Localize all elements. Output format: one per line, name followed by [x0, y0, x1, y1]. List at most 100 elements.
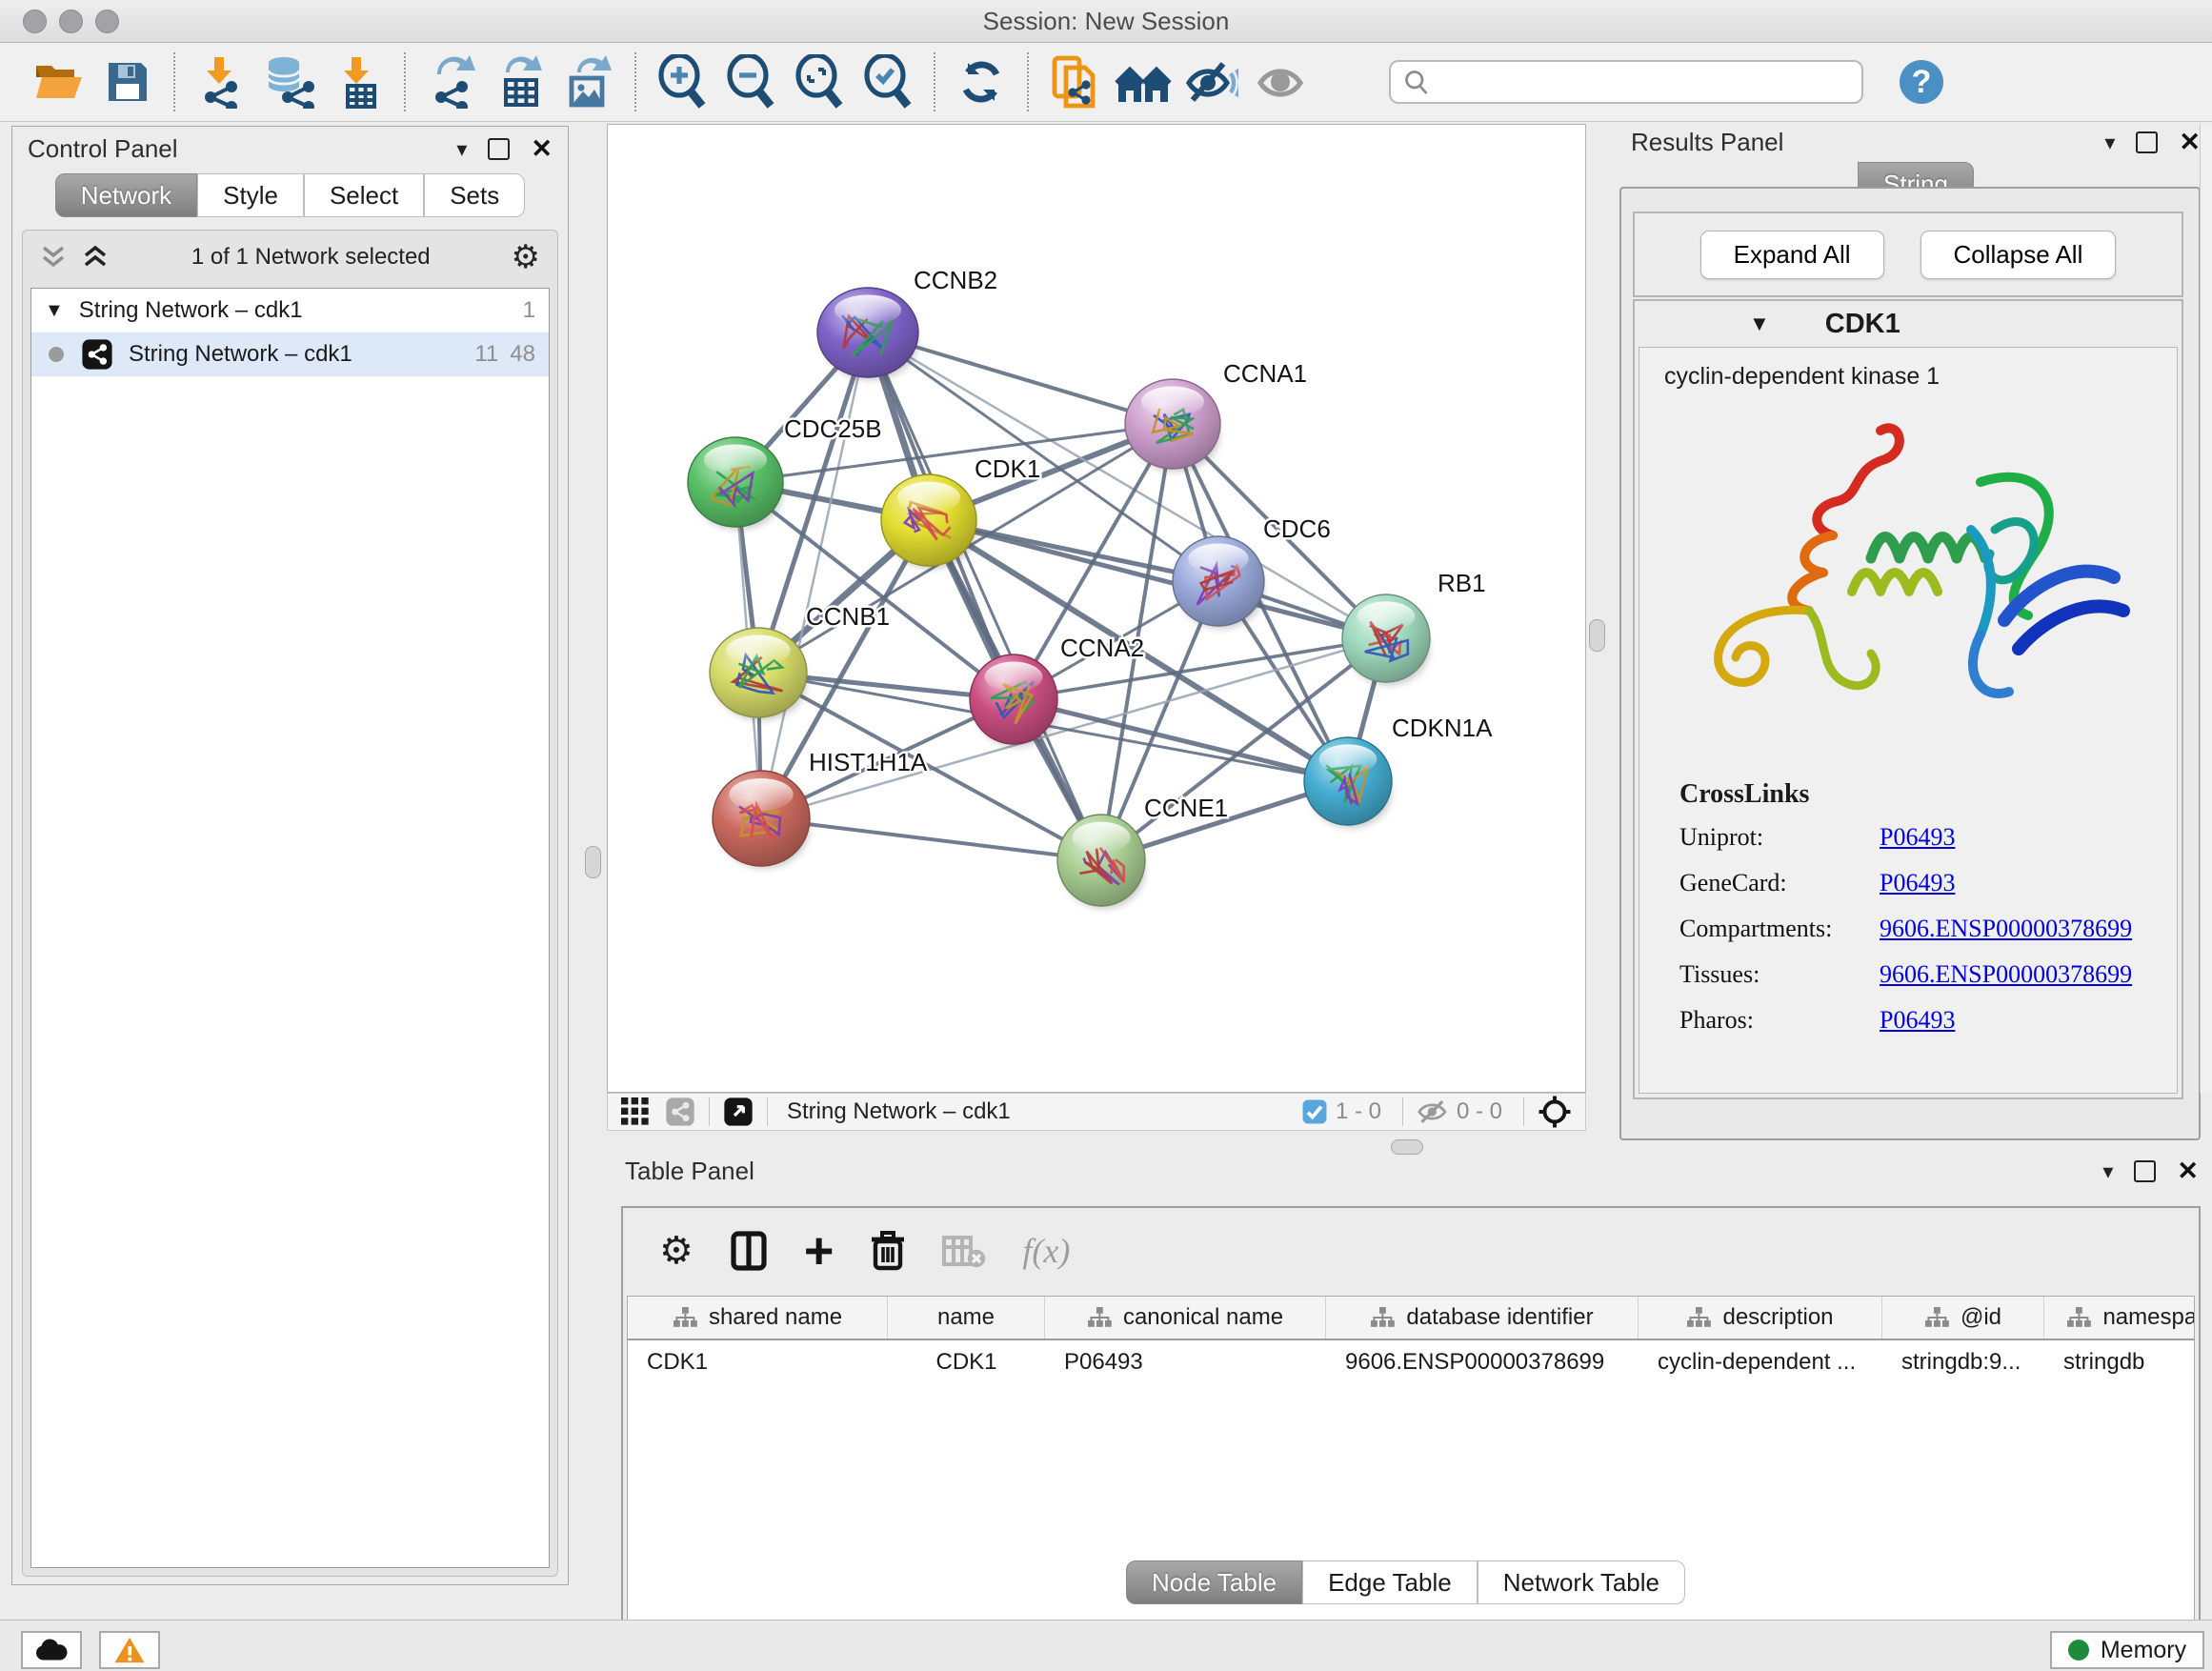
panel-close-icon[interactable]: ✕	[2179, 133, 2201, 151]
panel-close-icon[interactable]: ✕	[2177, 1162, 2199, 1180]
tab-edge-table[interactable]: Edge Table	[1302, 1560, 1478, 1604]
expand-all-icon[interactable]	[82, 244, 111, 271]
tab-node-table[interactable]: Node Table	[1126, 1560, 1302, 1604]
import-network-button[interactable]	[187, 50, 255, 113]
network-node[interactable]: CDC25B	[688, 414, 882, 530]
import-network-from-database-button[interactable]	[255, 50, 324, 113]
apply-layout-button[interactable]	[947, 50, 1016, 113]
tab-select[interactable]: Select	[304, 173, 424, 217]
zoom-window-button[interactable]	[95, 10, 119, 33]
right-splitter-handle[interactable]	[1589, 619, 1605, 652]
crosslink-link[interactable]: 9606.ENSP00000378699	[1880, 960, 2132, 989]
collapse-all-icon[interactable]	[40, 244, 69, 271]
zoom-out-button[interactable]	[716, 50, 785, 113]
export-table-button[interactable]	[486, 50, 554, 113]
panel-float-icon[interactable]	[2136, 131, 2158, 153]
column-header-description[interactable]: description	[1639, 1297, 1882, 1339]
save-session-button[interactable]	[93, 50, 162, 113]
delete-table-icon[interactable]	[942, 1234, 986, 1268]
show-columns-icon[interactable]	[730, 1230, 768, 1272]
left-splitter-handle[interactable]	[585, 846, 601, 878]
node-label: HIST1H1A	[809, 748, 928, 776]
network-node[interactable]: CCNB1	[710, 602, 890, 720]
zoom-selected-button[interactable]	[854, 50, 922, 113]
crosslink-row: GeneCard: P06493	[1679, 869, 2177, 897]
column-header-shared-name[interactable]: shared name	[628, 1297, 888, 1339]
delete-column-trash-icon[interactable]	[870, 1230, 906, 1272]
crosslink-label: Pharos:	[1679, 1006, 1880, 1035]
function-builder-icon[interactable]: f(x)	[1022, 1231, 1070, 1271]
panel-float-icon[interactable]	[488, 138, 510, 160]
search-input[interactable]	[1440, 68, 1850, 96]
grid-view-icon[interactable]	[621, 1097, 650, 1126]
hide-selected-button[interactable]	[1177, 50, 1246, 113]
tab-network[interactable]: Network	[55, 173, 197, 217]
crosslink-link[interactable]: P06493	[1880, 1006, 1955, 1035]
panel-menu-icon[interactable]: ▾	[456, 137, 467, 162]
birds-eye-view-icon[interactable]	[723, 1097, 754, 1127]
network-edge[interactable]	[761, 818, 1101, 860]
memory-button[interactable]: Memory	[2050, 1631, 2204, 1669]
add-column-icon[interactable]: +	[804, 1232, 835, 1270]
network-options-gear-icon[interactable]: ⚙	[512, 238, 540, 276]
network-node[interactable]: CCNE1	[1057, 794, 1228, 908]
crosslink-link[interactable]: 9606.ENSP00000378699	[1880, 915, 2132, 943]
zoom-in-button[interactable]	[648, 50, 716, 113]
network-node[interactable]: CDK1	[881, 454, 1040, 568]
tab-style[interactable]: Style	[197, 173, 304, 217]
network-collection-row[interactable]: ▼ String Network – cdk1 1	[31, 289, 549, 332]
network-edge[interactable]	[868, 332, 1101, 860]
zoom-fit-icon	[794, 54, 845, 110]
crosslink-label: GeneCard:	[1679, 869, 1880, 897]
network-node[interactable]: HIST1H1A	[713, 748, 928, 868]
close-window-button[interactable]	[23, 10, 47, 33]
network-node[interactable]: CCNA1	[1125, 359, 1307, 472]
network-edge[interactable]	[761, 332, 868, 818]
warnings-button[interactable]	[99, 1631, 160, 1669]
table-row[interactable]: CDK1CDK1P064939606.ENSP00000378699cyclin…	[628, 1340, 2194, 1384]
import-table-button[interactable]	[324, 50, 392, 113]
minimize-window-button[interactable]	[59, 10, 83, 33]
help-button[interactable]: ?	[1900, 60, 1943, 104]
node-table: shared namenamecanonical namedatabase id…	[627, 1296, 2195, 1671]
table-gear-icon[interactable]: ⚙	[659, 1229, 694, 1273]
tab-sets[interactable]: Sets	[424, 173, 525, 217]
fit-target-icon[interactable]	[1538, 1095, 1572, 1129]
zoom-fit-button[interactable]	[785, 50, 854, 113]
collapse-triangle-icon[interactable]: ▼	[45, 300, 64, 322]
show-all-networks-button[interactable]	[1109, 50, 1177, 113]
hidden-eye-icon[interactable]	[1417, 1098, 1449, 1125]
network-canvas[interactable]: CCNB2CCNA1CDC25BCDK1CDC6RB1CCNB1CCNA2CDK…	[607, 124, 1586, 1093]
column-header--id[interactable]: @id	[1882, 1297, 2044, 1339]
crosslink-link[interactable]: P06493	[1880, 869, 1955, 897]
export-network-button[interactable]	[417, 50, 486, 113]
column-header-name[interactable]: name	[888, 1297, 1045, 1339]
column-header-database-identifier[interactable]: database identifier	[1326, 1297, 1639, 1339]
protein-section-header[interactable]: ▼ CDK1	[1635, 301, 2182, 347]
export-image-button[interactable]	[554, 50, 623, 113]
section-collapse-icon[interactable]: ▼	[1749, 312, 1770, 336]
column-header-namespace[interactable]: namespace	[2044, 1297, 2195, 1339]
expand-all-button[interactable]: Expand All	[1700, 231, 1884, 279]
panel-close-icon[interactable]: ✕	[531, 140, 553, 158]
crosslink-link[interactable]: P06493	[1880, 823, 1955, 852]
column-header-canonical-name[interactable]: canonical name	[1045, 1297, 1326, 1339]
network-node[interactable]: CDKN1A	[1304, 714, 1493, 828]
network-view-icon[interactable]	[665, 1097, 695, 1127]
tab-network-table[interactable]: Network Table	[1478, 1560, 1685, 1604]
vertical-scrollbar-track[interactable]	[2200, 124, 2212, 1093]
panel-menu-icon[interactable]: ▾	[2102, 1159, 2113, 1184]
show-hidden-button[interactable]	[1246, 50, 1315, 113]
cloud-status-button[interactable]	[21, 1631, 82, 1669]
panel-float-icon[interactable]	[2134, 1160, 2156, 1182]
search-box[interactable]	[1389, 60, 1863, 104]
clone-network-button[interactable]	[1040, 50, 1109, 113]
control-panel-title: Control Panel	[28, 134, 178, 164]
network-edge[interactable]	[1014, 699, 1348, 781]
open-session-button[interactable]	[25, 50, 93, 113]
collapse-all-button[interactable]: Collapse All	[1920, 231, 2117, 279]
network-node[interactable]: RB1	[1342, 569, 1486, 685]
network-row[interactable]: String Network – cdk1 11 48	[31, 332, 549, 376]
panel-menu-icon[interactable]: ▾	[2104, 131, 2115, 155]
selected-checkbox-icon[interactable]	[1301, 1098, 1328, 1125]
